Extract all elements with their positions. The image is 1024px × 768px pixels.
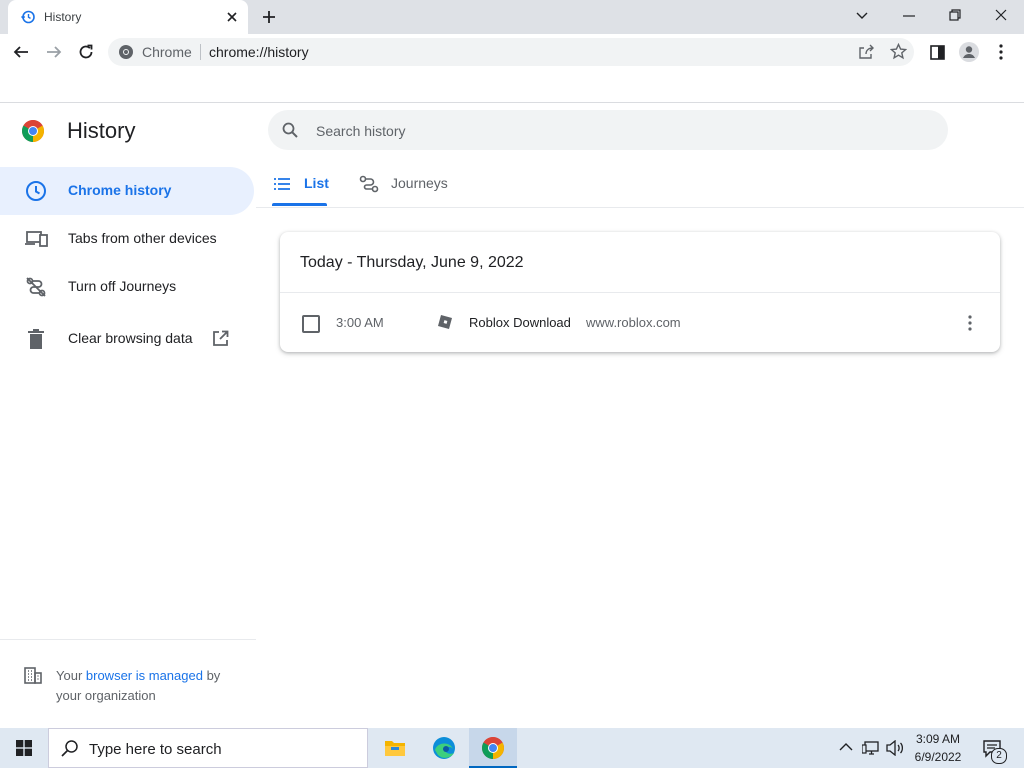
chrome-taskbar-button[interactable] [469, 728, 517, 768]
journeys-icon [359, 175, 379, 193]
search-input[interactable] [314, 120, 918, 142]
devices-icon [24, 229, 48, 249]
network-icon[interactable] [862, 740, 880, 756]
browser-tab[interactable]: History [8, 0, 248, 34]
tab-label: Journeys [391, 175, 448, 191]
entry-title[interactable]: Roblox Download [469, 315, 571, 330]
managed-suffix: by [202, 668, 221, 683]
date-header: Today - Thursday, June 9, 2022 [300, 254, 524, 271]
notification-count-badge: 2 [991, 748, 1007, 764]
sidebar: Chrome history Tabs from other devices T… [0, 103, 256, 728]
entry-time: 3:00 AM [336, 315, 384, 330]
managed-line2: your organization [56, 688, 156, 703]
close-window-icon[interactable] [995, 9, 1007, 21]
tab-search-chevron-icon[interactable] [855, 10, 869, 22]
tab-label: List [304, 175, 329, 191]
search-history-box[interactable] [268, 110, 948, 150]
list-icon [274, 177, 290, 191]
close-tab-icon[interactable] [226, 11, 238, 23]
managed-text: Your browser is managed by your organiza… [56, 666, 246, 706]
entry-domain: www.roblox.com [586, 315, 681, 330]
sidebar-item-turn-off-journeys[interactable]: Turn off Journeys [0, 263, 254, 311]
edge-browser-icon[interactable] [432, 736, 456, 760]
search-icon [282, 122, 298, 138]
taskbar-search-placeholder: Type here to search [89, 741, 222, 758]
omnibox-divider [200, 44, 201, 60]
sidebar-item-label: Clear browsing data [68, 330, 193, 346]
chrome-taskbar-icon [481, 736, 505, 760]
building-icon [24, 666, 42, 684]
new-tab-icon[interactable] [262, 10, 276, 24]
restore-icon[interactable] [949, 9, 961, 21]
windows-start-icon[interactable] [16, 740, 32, 756]
share-icon[interactable] [858, 44, 874, 60]
entry-menu-icon[interactable] [968, 315, 972, 331]
omnibox-url: chrome://history [209, 44, 309, 60]
tabs-divider [256, 207, 1024, 208]
roblox-favicon-icon [437, 314, 453, 330]
side-panel-icon[interactable] [930, 45, 945, 60]
forward-icon[interactable] [46, 44, 62, 60]
chrome-site-icon [118, 44, 134, 60]
journeys-off-icon [25, 276, 47, 298]
sidebar-item-clear-browsing-data[interactable]: Clear browsing data [0, 315, 254, 363]
volume-icon[interactable] [886, 740, 904, 756]
managed-link[interactable]: browser is managed [86, 668, 203, 683]
managed-notice: Your browser is managed by your organiza… [0, 639, 256, 729]
omnibox[interactable]: Chrome chrome://history [108, 38, 914, 66]
kebab-menu-icon[interactable] [999, 44, 1003, 60]
tab-active-indicator [272, 203, 327, 206]
taskbar-search-icon [61, 739, 79, 757]
file-explorer-icon[interactable] [384, 738, 406, 758]
sidebar-item-label: Turn off Journeys [68, 278, 177, 294]
omnibox-site-label: Chrome [142, 44, 192, 60]
back-icon[interactable] [13, 44, 29, 60]
tray-chevron-up-icon[interactable] [839, 742, 853, 752]
reload-icon[interactable] [78, 44, 94, 60]
open-in-new-icon [212, 330, 229, 347]
taskbar-search-box[interactable]: Type here to search [48, 728, 368, 768]
history-card: Today - Thursday, June 9, 2022 3:00 AM R… [280, 232, 1000, 352]
taskbar-clock-time[interactable]: 3:09 AM [908, 732, 968, 746]
sidebar-item-tabs-other-devices[interactable]: Tabs from other devices [0, 215, 254, 263]
managed-prefix: Your [56, 668, 86, 683]
profile-avatar-icon[interactable] [959, 42, 979, 62]
trash-icon [27, 328, 45, 350]
bookmark-star-icon[interactable] [890, 43, 907, 60]
tab-title: History [44, 10, 82, 24]
minimize-icon[interactable] [903, 14, 915, 18]
entry-checkbox[interactable] [302, 315, 320, 333]
clock-icon [25, 180, 47, 202]
sidebar-item-label: Tabs from other devices [68, 230, 217, 246]
taskbar-clock-date[interactable]: 6/9/2022 [908, 750, 968, 764]
tab-journeys[interactable]: Journeys [359, 166, 459, 206]
tab-list[interactable]: List [272, 166, 329, 206]
sidebar-item-chrome-history[interactable]: Chrome history [0, 167, 254, 215]
sidebar-item-label: Chrome history [68, 182, 172, 198]
history-favicon-icon [20, 9, 36, 25]
history-entry-row[interactable]: 3:00 AM Roblox Download www.roblox.com [280, 293, 1000, 352]
